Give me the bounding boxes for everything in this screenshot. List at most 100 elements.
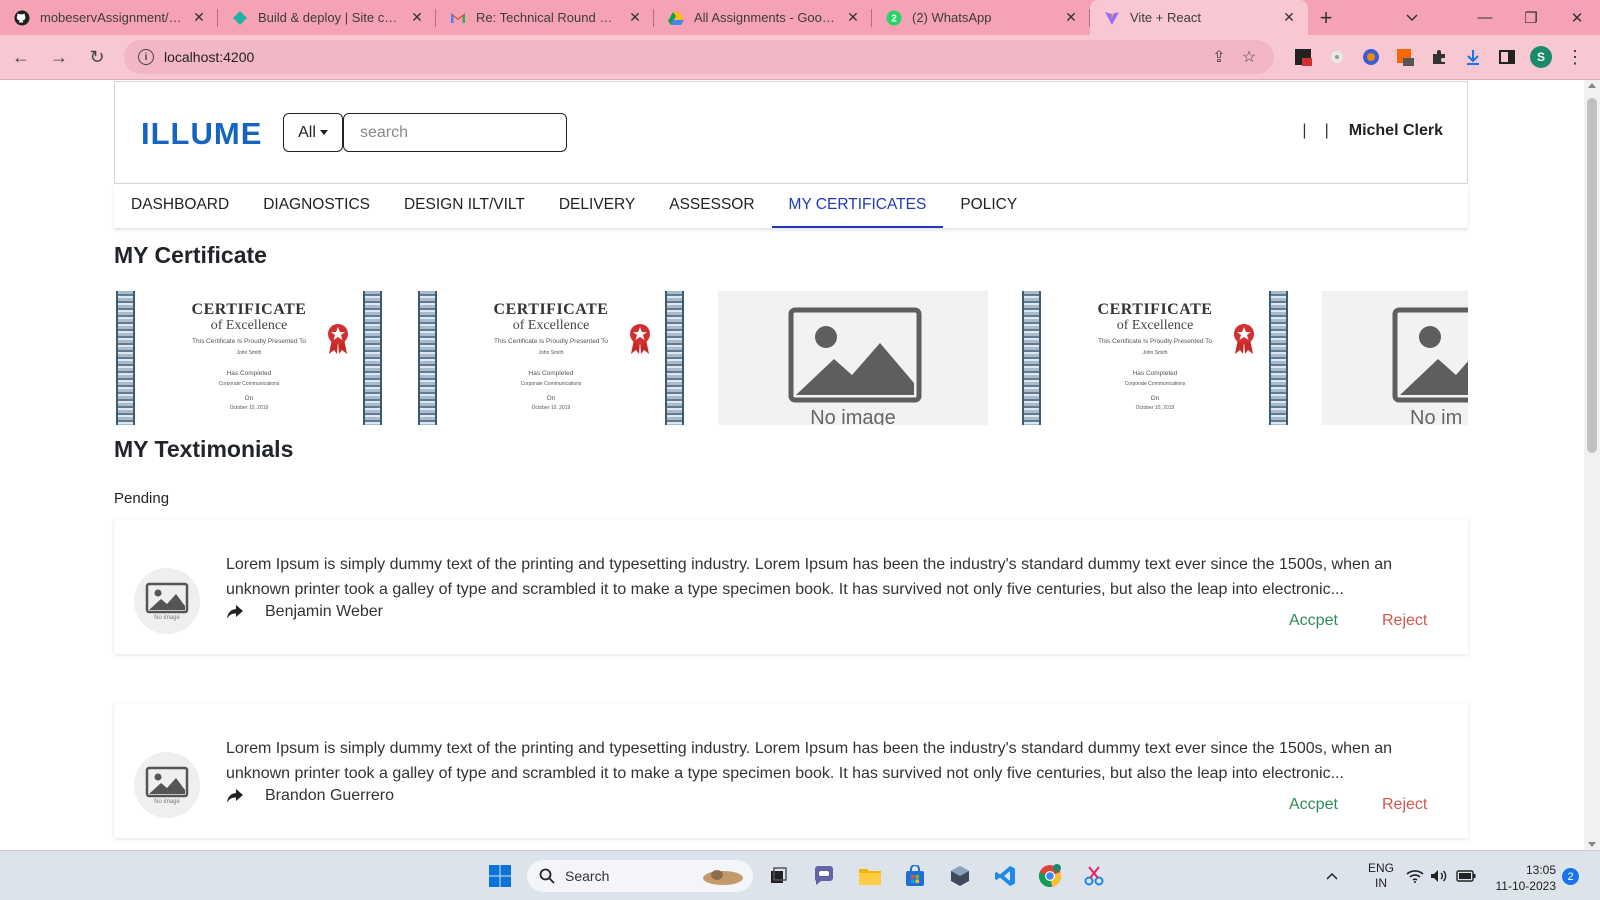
header-separator: |	[1302, 122, 1307, 139]
tab-search-icon[interactable]	[1394, 0, 1430, 35]
vscode-icon[interactable]	[989, 860, 1021, 892]
svg-text:2: 2	[891, 13, 897, 24]
brand-logo[interactable]: ILLUME	[141, 116, 262, 152]
nav-item-assessor[interactable]: ASSESSOR	[652, 184, 771, 228]
accept-button[interactable]: Accpet	[1289, 612, 1338, 630]
side-panel-icon[interactable]	[1492, 42, 1522, 72]
github-icon	[14, 10, 30, 26]
battery-icon[interactable]	[1456, 851, 1476, 900]
restore-icon[interactable]: ❐	[1508, 0, 1554, 35]
chrome-icon[interactable]	[1034, 860, 1066, 892]
avatar: No image	[134, 752, 200, 818]
nav-item-diagnostics[interactable]: DIAGNOSTICS	[246, 184, 387, 228]
input-language[interactable]: ENG IN	[1368, 851, 1394, 900]
reject-button[interactable]: Reject	[1382, 796, 1427, 814]
browser-tab[interactable]: mobeservAssignment/src/ ✕	[0, 0, 218, 35]
back-icon[interactable]: ←	[4, 40, 38, 74]
netlify-icon	[232, 10, 248, 26]
window-controls: — ❐ ✕	[1462, 0, 1600, 35]
certificate-placeholder[interactable]: No im	[1322, 291, 1468, 425]
tab-title: Vite + React	[1130, 10, 1201, 25]
certificate-card[interactable]: CERTIFICATE of Excellence This Certifica…	[114, 291, 384, 425]
app-header: ILLUME All | | Michel Clerk	[114, 81, 1468, 184]
browser-tab[interactable]: All Assignments - Google ✕	[654, 0, 872, 35]
virtualbox-icon[interactable]	[944, 860, 976, 892]
certificate-card[interactable]: CERTIFICATE of Excellence This Certifica…	[1020, 291, 1290, 425]
url-text[interactable]: localhost:4200	[164, 49, 1204, 65]
browser-tab-active[interactable]: Vite + React ✕	[1090, 0, 1308, 35]
taskbar-search[interactable]: Search	[527, 860, 753, 892]
extension-icon[interactable]	[1356, 42, 1386, 72]
address-bar[interactable]: i localhost:4200 ⇪ ☆	[124, 40, 1274, 74]
category-filter-dropdown[interactable]: All	[283, 113, 343, 152]
close-window-icon[interactable]: ✕	[1554, 0, 1600, 35]
share-arrow-icon[interactable]	[226, 788, 244, 804]
nav-item-policy[interactable]: POLICY	[943, 184, 1034, 228]
scroll-up-icon[interactable]	[1588, 83, 1596, 88]
search-highlight-icon	[703, 870, 743, 885]
windows-start-icon[interactable]	[484, 860, 516, 892]
system-clock[interactable]: 13:05 11-10-2023	[1488, 862, 1557, 894]
certificate-title: CERTIFICATE	[191, 301, 307, 318]
puzzle-extensions-icon[interactable]	[1424, 42, 1454, 72]
browser-tabstrip: mobeservAssignment/src/ ✕ Build & deploy…	[0, 0, 1600, 35]
notification-badge[interactable]: 2	[1562, 868, 1579, 885]
accept-button[interactable]: Accpet	[1289, 796, 1338, 814]
tray-overflow-icon[interactable]	[1326, 851, 1338, 900]
task-view-icon[interactable]	[762, 860, 794, 892]
browser-tab[interactable]: 2 (2) WhatsApp ✕	[872, 0, 1090, 35]
browser-tab[interactable]: Re: Technical Round Of Int ✕	[436, 0, 654, 35]
close-icon[interactable]: ✕	[190, 9, 208, 26]
nav-item-my-certificates[interactable]: MY CERTIFICATES	[771, 184, 944, 228]
menu-kebab-icon[interactable]: ⋮	[1560, 42, 1590, 72]
extension-icon[interactable]	[1390, 42, 1420, 72]
tab-title: Build & deploy | Site confi	[258, 10, 402, 25]
scroll-down-icon[interactable]	[1588, 842, 1596, 847]
close-icon[interactable]: ✕	[1062, 9, 1080, 26]
certificates-heading: MY Certificate	[114, 242, 267, 268]
volume-icon[interactable]	[1430, 851, 1448, 900]
extension-icon[interactable]	[1322, 42, 1352, 72]
search-icon	[539, 868, 555, 884]
page-scrollbar[interactable]	[1584, 80, 1600, 850]
scrollbar-thumb[interactable]	[1587, 98, 1597, 453]
forward-icon[interactable]: →	[42, 40, 76, 74]
close-icon[interactable]: ✕	[844, 9, 862, 26]
new-tab-button[interactable]: +	[1308, 0, 1344, 35]
share-icon[interactable]: ⇪	[1204, 47, 1234, 67]
teams-chat-icon[interactable]	[808, 860, 840, 892]
wifi-icon[interactable]	[1406, 851, 1424, 900]
header-separator: |	[1324, 122, 1329, 139]
close-icon[interactable]: ✕	[1280, 9, 1298, 26]
certificate-card[interactable]: CERTIFICATE of Excellence This Certifica…	[416, 291, 686, 425]
share-arrow-icon[interactable]	[226, 604, 244, 620]
nav-item-delivery[interactable]: DELIVERY	[542, 184, 652, 228]
close-icon[interactable]: ✕	[408, 9, 426, 26]
certificate-placeholder[interactable]: No image	[718, 291, 988, 425]
profile-initial: S	[1530, 46, 1552, 68]
testimonial-card: No image Lorem Ipsum is simply dummy tex…	[114, 704, 1468, 838]
browser-tab[interactable]: Build & deploy | Site confi ✕	[218, 0, 436, 35]
close-icon[interactable]: ✕	[626, 9, 644, 26]
profile-avatar[interactable]: S	[1526, 42, 1556, 72]
search-input[interactable]	[343, 113, 567, 152]
no-image-text: No im	[1410, 407, 1463, 425]
avatar: No image	[134, 568, 200, 634]
reload-icon[interactable]: ↻	[80, 40, 114, 74]
tab-title: All Assignments - Google	[694, 10, 838, 25]
bookmark-star-icon[interactable]: ☆	[1234, 47, 1264, 67]
nav-item-design[interactable]: DESIGN ILT/VILT	[387, 184, 542, 228]
header-user-area: | | Michel Clerk	[1302, 122, 1443, 140]
user-name[interactable]: Michel Clerk	[1349, 122, 1443, 140]
download-icon[interactable]	[1458, 42, 1488, 72]
reject-button[interactable]: Reject	[1382, 612, 1427, 630]
snipping-tool-icon[interactable]	[1078, 860, 1110, 892]
app-page: ILLUME All | | Michel Clerk DASHBOARD DI…	[0, 80, 1584, 850]
site-info-icon[interactable]: i	[138, 49, 154, 65]
microsoft-store-icon[interactable]	[899, 860, 931, 892]
file-explorer-icon[interactable]	[854, 860, 886, 892]
minimize-icon[interactable]: —	[1462, 0, 1508, 35]
testimonial-author: Benjamin Weber	[265, 603, 383, 620]
nav-item-dashboard[interactable]: DASHBOARD	[114, 184, 246, 228]
extension-icon[interactable]	[1288, 42, 1318, 72]
